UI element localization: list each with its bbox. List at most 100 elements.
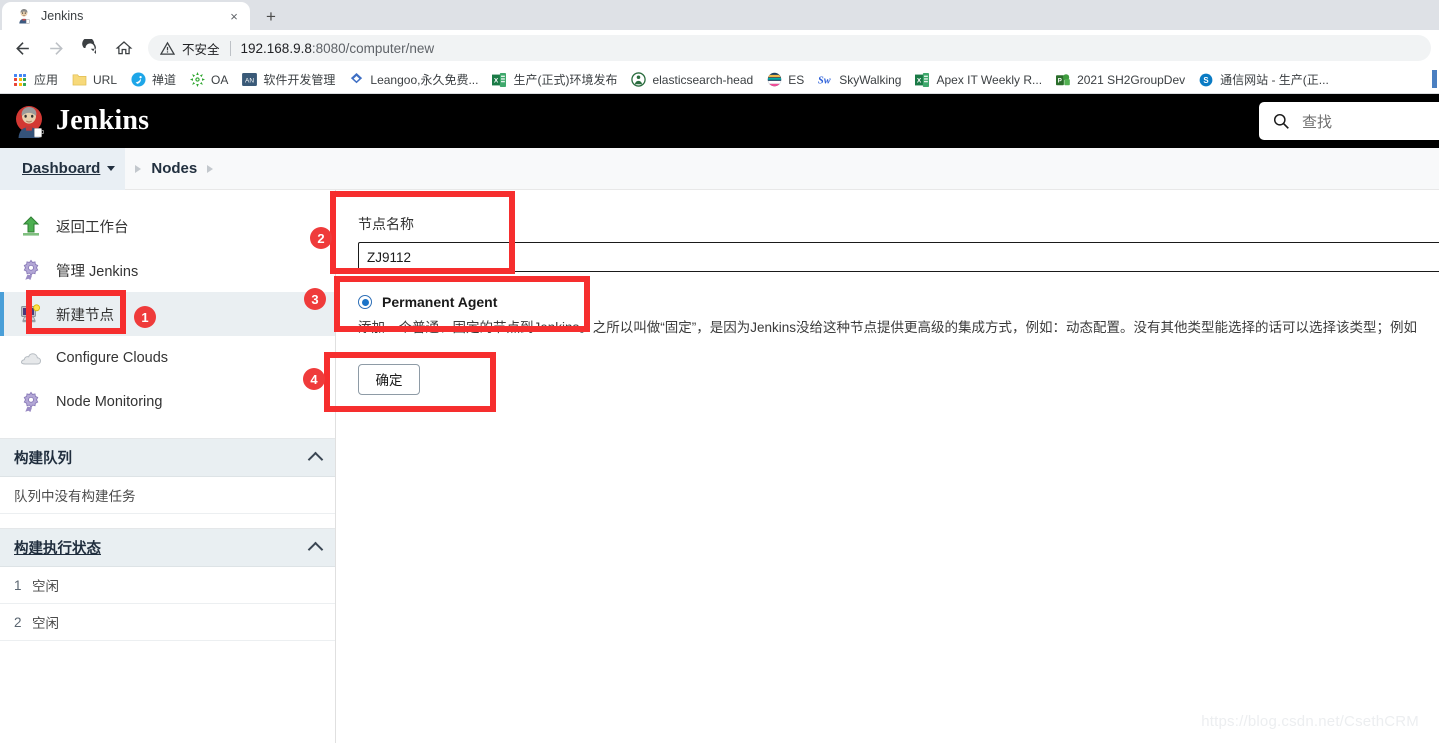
reload-button[interactable] [76, 34, 104, 62]
permanent-agent-radio[interactable] [358, 295, 372, 309]
bookmark-label: ES [788, 72, 805, 87]
sidebar-item-node-monitoring[interactable]: Node Monitoring [0, 380, 335, 424]
bookmark-sh2groupdev[interactable]: P 2021 SH2GroupDev [1049, 69, 1191, 91]
permanent-agent-option[interactable]: Permanent Agent [358, 294, 1439, 310]
jenkins-page: Jenkins 查找 Dashboard Nodes 返回工作台 管理 Jenk… [0, 94, 1439, 743]
svg-text:X: X [917, 77, 922, 84]
build-queue-panel: 构建队列 队列中没有构建任务 [0, 438, 335, 514]
new-computer-icon [18, 301, 44, 327]
an-icon: AN [241, 72, 257, 88]
build-queue-header[interactable]: 构建队列 [0, 439, 335, 477]
build-executor-panel: 构建执行状态 1 空闲 2 空闲 [0, 528, 335, 641]
address-bar[interactable]: 不安全 192.168.9.8:8080/computer/new [148, 35, 1431, 61]
submit-button[interactable]: 确定 [358, 363, 420, 395]
leangoo-icon [348, 72, 364, 88]
bookmark-label: URL [93, 72, 118, 87]
bookmark-leangoo[interactable]: Leangoo,永久免费... [342, 69, 484, 91]
sidebar-item-back-to-dashboard[interactable]: 返回工作台 [0, 204, 335, 248]
sidebar-item-label: 返回工作台 [56, 219, 129, 236]
main-content: 节点名称 Permanent Agent 添加一个普通、固定的节点到Jenkin… [336, 190, 1439, 743]
gear-icon [18, 389, 44, 415]
node-name-input[interactable] [358, 242, 1439, 272]
build-executor-title[interactable]: 构建执行状态 [14, 537, 101, 558]
jenkins-header: Jenkins 查找 [0, 94, 1439, 148]
sidebar-item-new-node[interactable]: 新建节点 [0, 292, 335, 336]
bookmark-overflow-indicator[interactable] [1432, 70, 1437, 88]
permanent-agent-label: Permanent Agent [382, 294, 498, 310]
search-placeholder: 查找 [1302, 113, 1333, 131]
folder-icon [71, 72, 87, 88]
back-button[interactable] [8, 34, 36, 62]
bookmark-apex-weekly[interactable]: X Apex IT Weekly R... [908, 69, 1048, 91]
bookmark-software-dev[interactable]: AN 软件开发管理 [235, 69, 341, 91]
chevron-down-icon[interactable] [107, 166, 116, 171]
apps-grid-icon [12, 72, 28, 88]
bookmark-label: Leangoo,永久免费... [370, 73, 479, 87]
project-icon: P [1055, 72, 1071, 88]
build-queue-title: 构建队列 [14, 451, 72, 467]
watermark: https://blog.csdn.net/CsethCRM [1201, 713, 1419, 730]
breadcrumb-dashboard-label[interactable]: Dashboard [22, 160, 100, 177]
browser-tab-strip: Jenkins × + [0, 0, 1439, 30]
bookmark-label: elasticsearch-head [652, 72, 754, 87]
bookmark-label: Apex IT Weekly R... [936, 72, 1043, 87]
elastic-icon [766, 72, 782, 88]
bookmark-oa[interactable]: OA [183, 69, 234, 91]
breadcrumb-dashboard[interactable]: Dashboard [0, 147, 126, 190]
bookmark-apps[interactable]: 应用 [6, 69, 64, 91]
breadcrumb: Dashboard Nodes [0, 147, 1439, 190]
chevron-up-icon[interactable] [307, 541, 324, 558]
cloud-icon [18, 345, 44, 371]
bookmark-label: OA [211, 72, 229, 87]
sidebar-item-label: 新建节点 [56, 307, 114, 324]
build-queue-empty-row: 队列中没有构建任务 [0, 477, 335, 514]
oa-icon [189, 72, 205, 88]
node-name-label: 节点名称 [358, 216, 414, 232]
forward-button[interactable] [42, 34, 70, 62]
es-head-icon [630, 72, 646, 88]
breadcrumb-nodes-label[interactable]: Nodes [151, 160, 197, 177]
build-executor-header[interactable]: 构建执行状态 [0, 529, 335, 567]
bookmark-prod-release[interactable]: X 生产(正式)环境发布 [485, 69, 623, 91]
url-path: :8080/computer/new [311, 40, 435, 56]
bookmark-label: 应用 [34, 73, 59, 87]
executor-status: 空闲 [32, 616, 59, 631]
security-status-label: 不安全 [182, 42, 220, 57]
svg-text:P: P [1058, 77, 1062, 84]
agent-type-group: Permanent Agent 添加一个普通、固定的节点到Jenkins。之所以… [358, 294, 1439, 338]
annotation-marker-4: 4 [303, 368, 325, 390]
executor-status: 空闲 [32, 579, 59, 594]
jenkins-butler-icon[interactable] [12, 104, 46, 138]
sidebar-item-configure-clouds[interactable]: Configure Clouds [0, 336, 335, 380]
bookmark-label: 软件开发管理 [263, 73, 336, 87]
jenkins-brand[interactable]: Jenkins [56, 105, 149, 137]
sidebar-item-manage-jenkins[interactable]: 管理 Jenkins [0, 248, 335, 292]
bookmark-skywalking[interactable]: Sw SkyWalking [811, 69, 907, 91]
chevron-up-icon[interactable] [307, 451, 324, 468]
bookmark-comm-site[interactable]: S 通信网站 - 生产(正... [1192, 69, 1335, 91]
skywalking-icon: Sw [817, 72, 833, 88]
svg-text:S: S [1204, 75, 1209, 84]
executor-row[interactable]: 1 空闲 [0, 567, 335, 604]
excel-icon: X [914, 72, 930, 88]
bookmark-elasticsearch-head[interactable]: elasticsearch-head [624, 69, 759, 91]
url-host: 192.168.9.8 [240, 40, 312, 56]
bookmarks-bar: 应用 URL 禅道 OA AN 软件开发管理 Leangoo,永久免费... X… [0, 66, 1439, 94]
sharepoint-icon: S [1198, 72, 1214, 88]
home-button[interactable] [110, 34, 138, 62]
build-queue-empty-text: 队列中没有构建任务 [14, 489, 136, 504]
close-icon[interactable]: × [226, 8, 242, 24]
bookmark-label: 2021 SH2GroupDev [1077, 72, 1186, 87]
search-input[interactable]: 查找 [1259, 102, 1439, 140]
new-tab-button[interactable]: + [254, 2, 288, 30]
annotation-marker-1: 1 [134, 306, 156, 328]
new-node-form: 节点名称 Permanent Agent 添加一个普通、固定的节点到Jenkin… [336, 190, 1439, 395]
browser-tab[interactable]: Jenkins × [2, 2, 250, 30]
executor-number: 1 [14, 577, 22, 593]
bookmark-zentao[interactable]: 禅道 [124, 69, 182, 91]
svg-text:AN: AN [245, 77, 254, 84]
bookmark-label: 生产(正式)环境发布 [513, 73, 618, 87]
bookmark-es[interactable]: ES [760, 69, 810, 91]
bookmark-url-folder[interactable]: URL [65, 69, 123, 91]
executor-row[interactable]: 2 空闲 [0, 604, 335, 641]
